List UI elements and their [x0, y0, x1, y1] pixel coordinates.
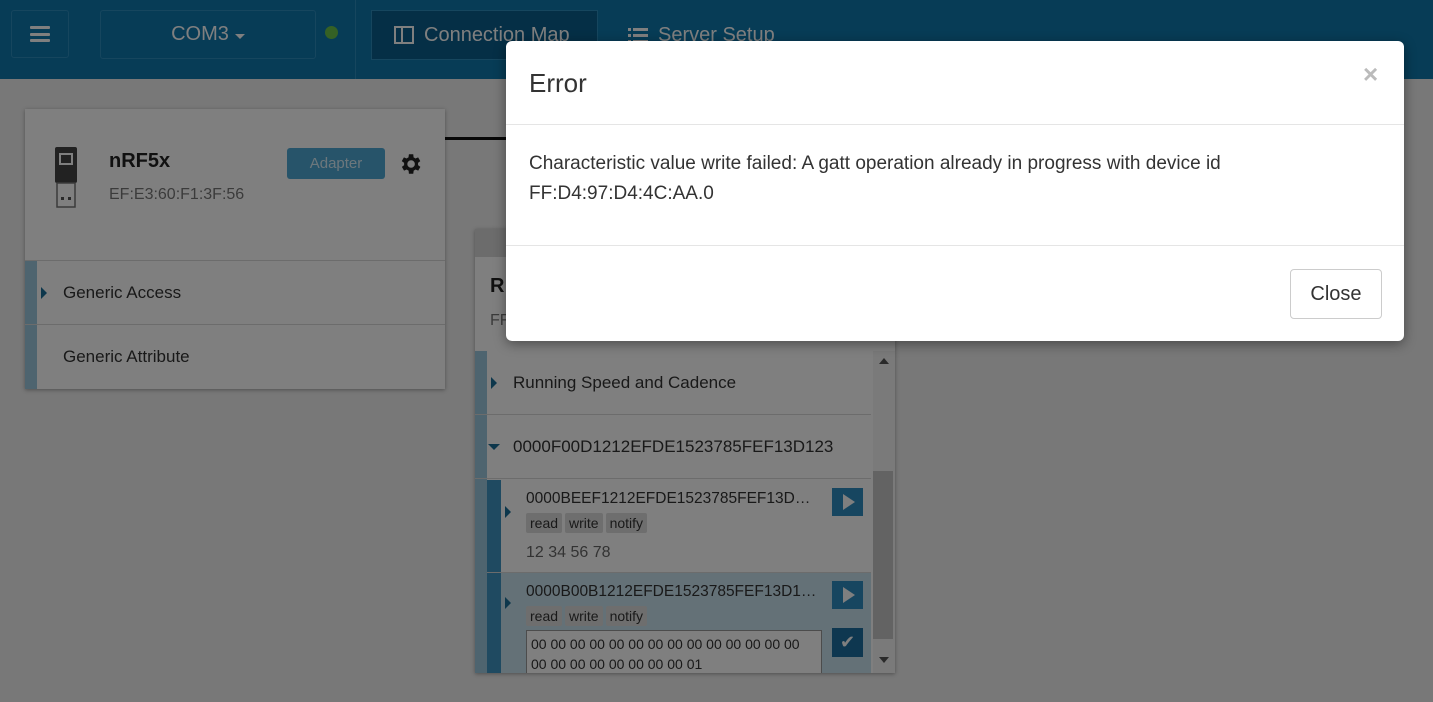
error-dialog: Error × Characteristic value write faile…	[506, 41, 1404, 341]
close-icon[interactable]: ×	[1363, 61, 1378, 87]
dialog-header: Error ×	[506, 41, 1404, 125]
dialog-footer: Close	[506, 246, 1404, 340]
error-device-id: FF:D4:97:D4:4C:AA.0	[529, 183, 714, 204]
dialog-title: Error	[529, 68, 587, 98]
error-message: Characteristic value write failed: A gat…	[529, 153, 1221, 174]
close-button[interactable]: Close	[1290, 269, 1382, 319]
dialog-body: Characteristic value write failed: A gat…	[506, 125, 1404, 246]
